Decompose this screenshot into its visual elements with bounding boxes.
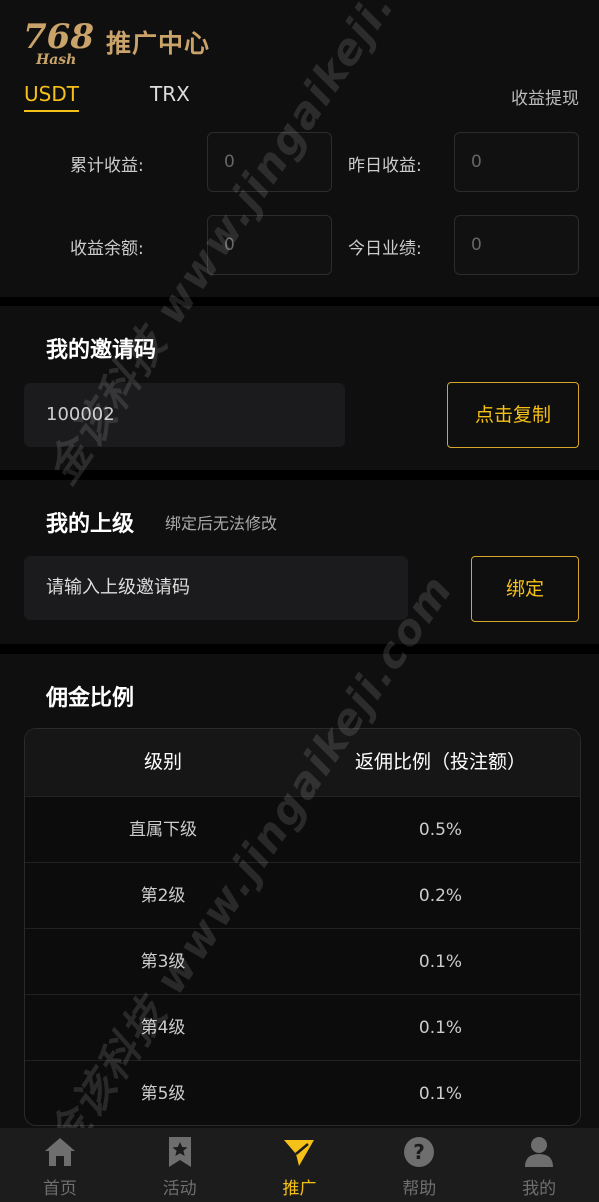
- level-cell: 第5级: [140, 1084, 186, 1104]
- rate-cell: 0.1%: [418, 1018, 463, 1038]
- svg-text:?: ?: [413, 1140, 425, 1164]
- table-row: 第2级 0.2%: [25, 862, 580, 928]
- yesterday-earnings-value: 0: [454, 132, 579, 192]
- table-row: 第5级 0.1%: [25, 1060, 580, 1125]
- total-earnings-value: 0: [207, 132, 332, 192]
- rate-cell: 0.2%: [418, 886, 463, 906]
- level-cell: 第3级: [140, 952, 186, 972]
- copy-button[interactable]: 点击复制: [447, 382, 579, 448]
- active-tab-underline: [24, 110, 79, 112]
- superior-card: 我的上级 绑定后无法修改 请输入上级邀请码 绑定: [0, 480, 599, 644]
- today-performance-label: 今日业绩:: [348, 239, 422, 259]
- superior-code-input[interactable]: 请输入上级邀请码: [24, 556, 408, 620]
- earnings-section: 768 Hash 推广中心 USDT TRX 收益提现 累计收益: 0 昨日收益…: [0, 0, 599, 297]
- brand-logo: 768 Hash: [23, 17, 94, 68]
- rate-cell: 0.1%: [418, 1084, 463, 1104]
- nav-help[interactable]: ? 帮助: [359, 1128, 479, 1202]
- bind-note: 绑定后无法修改: [165, 514, 278, 533]
- invite-code-card: 我的邀请码 100002 点击复制: [0, 306, 599, 470]
- bind-button[interactable]: 绑定: [471, 556, 579, 622]
- today-performance-value: 0: [454, 215, 579, 275]
- nav-promotion[interactable]: 推广: [240, 1128, 360, 1202]
- tab-label: USDT: [24, 82, 79, 106]
- superior-title: 我的上级: [46, 512, 135, 537]
- table-header-row: 级别 返佣比例（投注额）: [25, 729, 580, 796]
- header-rate: 返佣比例（投注额）: [354, 751, 526, 773]
- table-row: 直属下级 0.5%: [25, 796, 580, 862]
- commission-table: 级别 返佣比例（投注额） 直属下级 0.5% 第2级 0.2% 第3级 0.1%…: [24, 728, 581, 1126]
- header-level: 级别: [143, 751, 182, 773]
- commission-title: 佣金比例: [46, 686, 135, 711]
- withdraw-link[interactable]: 收益提现: [511, 84, 579, 109]
- nav-label: 帮助: [402, 1179, 437, 1199]
- nav-mine[interactable]: 我的: [479, 1128, 599, 1202]
- yesterday-earnings-label: 昨日收益:: [348, 156, 422, 176]
- nav-activity[interactable]: 活动: [120, 1128, 240, 1202]
- bookmark-star-icon: [168, 1137, 191, 1167]
- nav-label: 推广: [282, 1179, 317, 1199]
- invite-code-field: 100002: [24, 383, 345, 447]
- send-icon: [284, 1140, 315, 1166]
- user-icon: [525, 1137, 554, 1167]
- tab-trx[interactable]: TRX: [150, 82, 190, 106]
- home-icon: [44, 1138, 75, 1166]
- svg-text:Hash: Hash: [35, 52, 76, 68]
- table-row: 第4级 0.1%: [25, 994, 580, 1060]
- page-title: 推广中心: [106, 29, 211, 58]
- tab-usdt[interactable]: USDT: [24, 82, 79, 112]
- total-earnings-label: 累计收益:: [70, 156, 144, 176]
- rate-cell: 0.5%: [418, 820, 463, 840]
- invite-code-title: 我的邀请码: [46, 338, 157, 363]
- rate-cell: 0.1%: [418, 952, 463, 972]
- level-cell: 直属下级: [129, 820, 197, 840]
- table-row: 第3级 0.1%: [25, 928, 580, 994]
- balance-value: 0: [207, 215, 332, 275]
- level-cell: 第4级: [140, 1018, 186, 1038]
- promotion-center-page: 768 Hash 推广中心 USDT TRX 收益提现 累计收益: 0 昨日收益…: [0, 0, 599, 1202]
- balance-label: 收益余额:: [70, 239, 144, 259]
- help-icon: ?: [404, 1137, 435, 1167]
- svg-text:768: 768: [23, 17, 94, 57]
- nav-home[interactable]: 首页: [0, 1128, 120, 1202]
- level-cell: 第2级: [140, 886, 186, 906]
- bottom-nav: 首页 活动 推广 ? 帮助 我的: [0, 1128, 599, 1202]
- nav-label: 活动: [162, 1179, 197, 1199]
- tab-label: TRX: [150, 82, 190, 106]
- nav-label: 我的: [522, 1179, 557, 1199]
- nav-label: 首页: [42, 1179, 77, 1199]
